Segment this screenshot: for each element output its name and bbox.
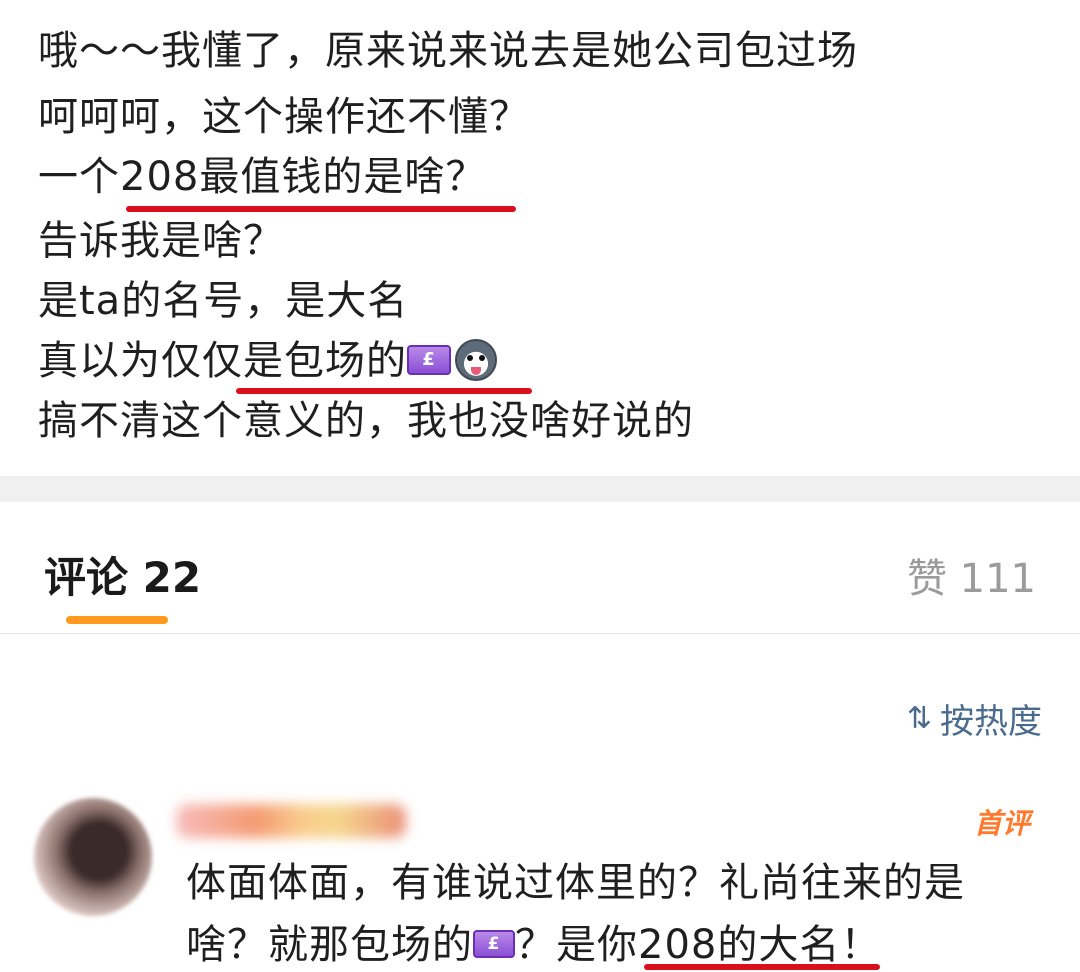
post-line-1: 哦～～我懂了，原来说来说去是她公司包过场 bbox=[38, 28, 858, 74]
tab-likes[interactable]: 赞 111 bbox=[907, 546, 1036, 604]
username-blurred[interactable] bbox=[176, 804, 406, 838]
red-underline-2 bbox=[236, 388, 532, 394]
husky-dog-emoji bbox=[455, 339, 497, 381]
comment-tabs: 评论 22 赞 111 bbox=[0, 502, 1080, 634]
post-line-4: 告诉我是啥？ bbox=[38, 218, 284, 264]
post-line-7: 搞不清这个意义的，我也没啥好说的 bbox=[38, 398, 694, 444]
comment-line-1: 体面体面，有谁说过体里的？礼尚往来的是 bbox=[186, 860, 965, 906]
active-tab-indicator bbox=[66, 616, 168, 624]
post-line-5: 是ta的名号，是大名 bbox=[38, 278, 409, 324]
comment-line-2-text: 啥？就那包场的 bbox=[186, 922, 473, 968]
sort-label: 按热度 bbox=[940, 702, 1042, 742]
comment-line-2-tail: ？是你208的大名！ bbox=[515, 922, 882, 968]
red-underline-3 bbox=[644, 964, 880, 970]
comment-line-2: 啥？就那包场的 £ ？是你208的大名！ bbox=[186, 920, 881, 970]
money-bag-emoji: £ bbox=[407, 345, 451, 375]
post-line-6: 真以为仅仅是包场的 £ bbox=[38, 336, 497, 386]
first-comment-badge: 首评 bbox=[973, 807, 1030, 840]
post-line-2: 呵呵呵，这个操作还不懂？ bbox=[38, 94, 530, 140]
post-line-3: 一个208最值钱的是啥？ bbox=[38, 154, 487, 200]
avatar[interactable] bbox=[34, 798, 152, 916]
money-bag-emoji: £ bbox=[473, 930, 515, 958]
comment-item: 首评 体面体面，有谁说过体里的？礼尚往来的是 啥？就那包场的 £ ？是你208的大名… bbox=[0, 790, 1080, 972]
post-body: 哦～～我懂了，原来说来说去是她公司包过场 呵呵呵，这个操作还不懂？ 一个208最… bbox=[0, 0, 1080, 476]
red-underline-1 bbox=[126, 206, 516, 212]
sort-by-hot-button[interactable]: ⇅ 按热度 bbox=[907, 694, 1042, 743]
post-line-6-text: 真以为仅仅是包场的 bbox=[38, 338, 407, 384]
sort-icon: ⇅ bbox=[906, 701, 932, 736]
tab-comments[interactable]: 评论 22 bbox=[44, 544, 201, 605]
section-divider bbox=[0, 476, 1080, 502]
